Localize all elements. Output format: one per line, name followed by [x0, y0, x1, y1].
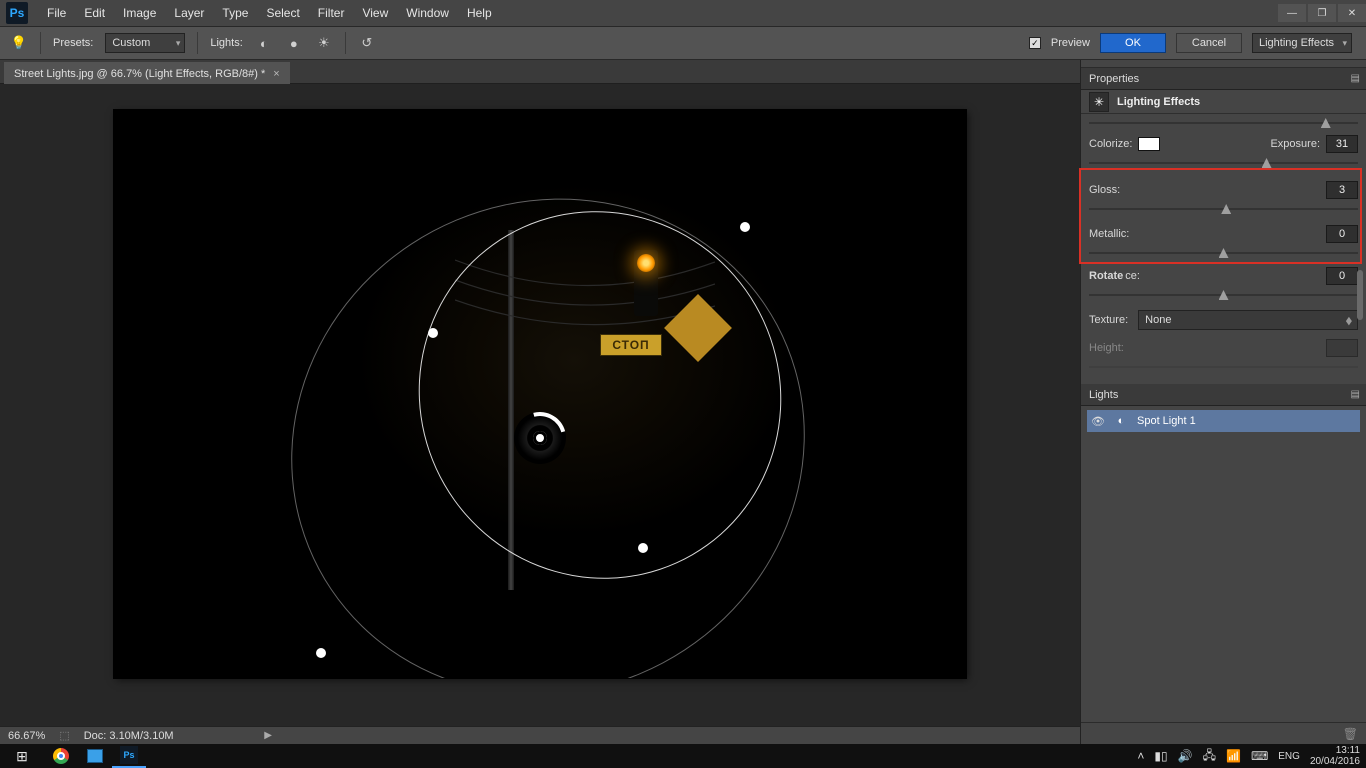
- document-tab[interactable]: Street Lights.jpg @ 66.7% (Light Effects…: [4, 62, 290, 86]
- taskbar-photoshop-icon[interactable]: Ps: [112, 744, 146, 768]
- light-handle[interactable]: [740, 222, 750, 232]
- cancel-button[interactable]: Cancel: [1176, 33, 1242, 53]
- window-close-button[interactable]: ✕: [1338, 4, 1366, 22]
- menu-help[interactable]: Help: [458, 0, 501, 26]
- exposure-slider[interactable]: [1089, 158, 1358, 168]
- canvas[interactable]: СТОП: [114, 110, 966, 678]
- metallic-slider[interactable]: [1089, 248, 1358, 258]
- menu-select[interactable]: Select: [257, 0, 308, 26]
- delete-light-icon[interactable]: 🗑: [1343, 727, 1358, 741]
- height-value: [1326, 339, 1358, 357]
- colorize-label: Colorize:: [1089, 138, 1132, 150]
- texture-label: Texture:: [1089, 314, 1128, 326]
- light-handle[interactable]: [638, 543, 648, 553]
- spot-light-icon[interactable]: ◐: [255, 34, 273, 52]
- zoom-level[interactable]: 66.67%: [8, 730, 45, 742]
- menu-file[interactable]: File: [38, 0, 75, 26]
- ok-button[interactable]: OK: [1100, 33, 1166, 53]
- photoshop-logo: Ps: [6, 2, 28, 24]
- tab-close-icon[interactable]: ×: [273, 68, 279, 80]
- system-tray: ˄ ▮▯ 🔊 🖧 📶 ⌨ ENG 13:11 20/04/2016: [1137, 745, 1366, 767]
- infinite-light-icon[interactable]: ☀: [315, 34, 333, 52]
- menu-layer[interactable]: Layer: [165, 0, 213, 26]
- tool-icon: 💡: [10, 34, 28, 52]
- properties-scrollbar[interactable]: [1355, 150, 1363, 334]
- lighting-effects-select[interactable]: Lighting Effects: [1252, 33, 1352, 53]
- tray-wifi-icon[interactable]: 📶: [1226, 749, 1241, 763]
- window-minimize-button[interactable]: —: [1278, 4, 1306, 22]
- ambience-suffix: ce:: [1125, 270, 1140, 282]
- status-bar: 66.67% ⬚ Doc: 3.10M/3.10M ▶: [0, 726, 1080, 744]
- status-info-icon[interactable]: ⬚: [59, 729, 69, 742]
- menu-filter[interactable]: Filter: [309, 0, 354, 26]
- light-list-item[interactable]: 👁 ◐ Spot Light 1: [1087, 410, 1360, 432]
- reset-icon[interactable]: ↺: [358, 34, 376, 52]
- menu-edit[interactable]: Edit: [75, 0, 114, 26]
- lights-panel-footer: 🗑: [1081, 722, 1366, 744]
- taskbar-chrome-icon[interactable]: [44, 744, 78, 768]
- menu-bar: Ps File Edit Image Layer Type Select Fil…: [0, 0, 1366, 26]
- colorize-swatch[interactable]: [1138, 137, 1160, 151]
- options-bar: 💡 Presets: Custom Lights: ◐ ● ☀ ↺ ✓ Prev…: [0, 26, 1366, 60]
- status-arrow-icon[interactable]: ▶: [264, 730, 272, 741]
- point-light-icon[interactable]: ●: [285, 34, 303, 52]
- panel-menu-icon[interactable]: ▤: [1351, 73, 1360, 84]
- taskbar-photoviewer-icon[interactable]: [78, 744, 112, 768]
- tray-clock[interactable]: 13:11 20/04/2016: [1310, 745, 1360, 767]
- lights-tab[interactable]: Lights▤: [1081, 384, 1366, 406]
- tray-language[interactable]: ENG: [1278, 751, 1300, 762]
- light-handle[interactable]: [316, 648, 326, 658]
- height-label: Height:: [1089, 342, 1124, 354]
- metallic-label: Metallic:: [1089, 228, 1129, 240]
- gloss-slider[interactable]: [1089, 204, 1358, 214]
- metallic-value[interactable]: 0: [1326, 225, 1358, 243]
- gloss-value[interactable]: 3: [1326, 181, 1358, 199]
- preview-checkbox[interactable]: ✓: [1029, 37, 1041, 49]
- properties-title: Lighting Effects: [1117, 96, 1200, 108]
- intensity-slider[interactable]: [1089, 118, 1358, 128]
- properties-header: ✳ Lighting Effects: [1081, 90, 1366, 114]
- lights-label: Lights:: [210, 37, 242, 49]
- lighting-header-icon: ✳: [1089, 92, 1109, 112]
- window-restore-button[interactable]: ❐: [1308, 4, 1336, 22]
- spot-light-item-icon: ◐: [1113, 415, 1129, 427]
- preview-label: Preview: [1051, 37, 1090, 49]
- menu-view[interactable]: View: [353, 0, 397, 26]
- height-slider: [1089, 362, 1358, 372]
- exposure-value[interactable]: 31: [1326, 135, 1358, 153]
- tray-battery-icon[interactable]: ▮▯: [1154, 749, 1167, 763]
- tray-network-icon[interactable]: 🖧: [1203, 746, 1216, 767]
- tray-chevron-icon[interactable]: ˄: [1137, 749, 1144, 763]
- panel-menu-icon[interactable]: ▤: [1351, 389, 1360, 400]
- windows-taskbar: ⊞ Ps ˄ ▮▯ 🔊 🖧 📶 ⌨ ENG 13:11 20/04/2016: [0, 744, 1366, 768]
- visibility-eye-icon[interactable]: 👁: [1091, 415, 1105, 428]
- texture-select[interactable]: None: [1138, 310, 1358, 330]
- gloss-label: Gloss:: [1089, 184, 1120, 196]
- properties-tab[interactable]: Properties▤: [1081, 68, 1366, 90]
- ambience-slider[interactable]: [1089, 290, 1358, 300]
- presets-label: Presets:: [53, 37, 93, 49]
- ambience-value[interactable]: 0: [1326, 267, 1358, 285]
- tray-volume-icon[interactable]: 🔊: [1178, 749, 1193, 763]
- menu-type[interactable]: Type: [213, 0, 257, 26]
- tray-keyboard-icon[interactable]: ⌨: [1251, 749, 1268, 763]
- workspace: СТОП: [0, 84, 1080, 726]
- doc-size: Doc: 3.10M/3.10M: [84, 730, 174, 742]
- presets-select[interactable]: Custom: [105, 33, 185, 53]
- right-panel-dock: Properties▤ ✳ Lighting Effects Colorize:…: [1080, 60, 1366, 744]
- light-item-label: Spot Light 1: [1137, 415, 1196, 427]
- exposure-label: Exposure:: [1270, 138, 1320, 150]
- start-button[interactable]: ⊞: [0, 744, 44, 768]
- light-handle[interactable]: [428, 328, 438, 338]
- menu-image[interactable]: Image: [114, 0, 165, 26]
- document-tab-title: Street Lights.jpg @ 66.7% (Light Effects…: [14, 68, 265, 80]
- lights-list: 👁 ◐ Spot Light 1: [1081, 406, 1366, 436]
- rotate-label: Rotate: [1089, 270, 1123, 282]
- menu-window[interactable]: Window: [397, 0, 458, 26]
